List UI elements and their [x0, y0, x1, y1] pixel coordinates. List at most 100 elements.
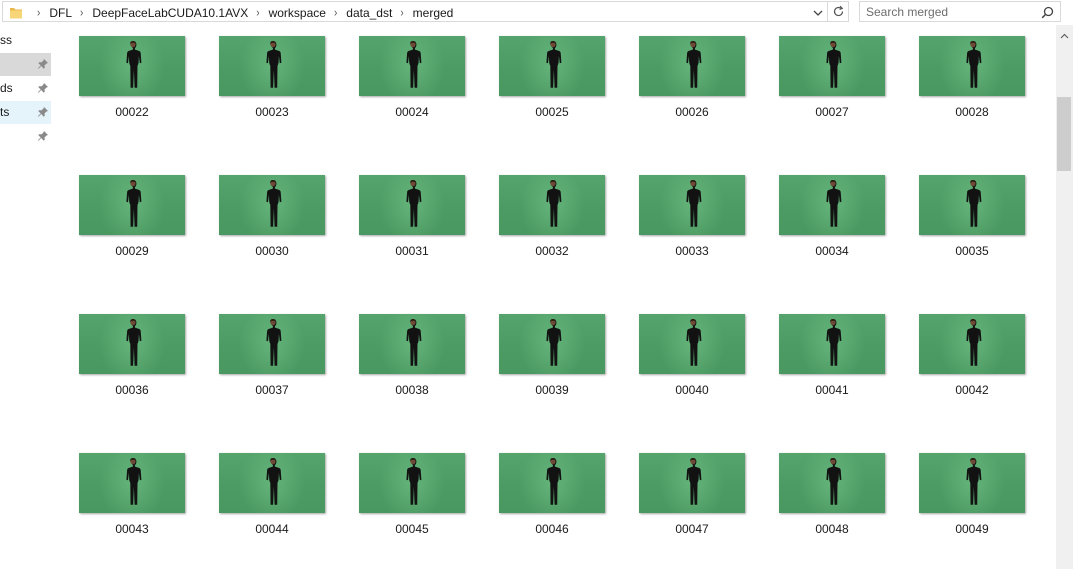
file-item[interactable]: 00035 — [919, 175, 1025, 265]
file-item[interactable]: 00047 — [639, 453, 745, 543]
person-figure — [266, 41, 282, 88]
nav-item-label: ts — [0, 105, 10, 119]
chevron-right-icon[interactable]: › — [37, 6, 40, 19]
file-item[interactable]: 00022 — [79, 36, 185, 126]
image-thumbnail[interactable] — [79, 314, 185, 374]
image-thumbnail[interactable] — [499, 175, 605, 235]
file-item[interactable]: 00027 — [779, 36, 885, 126]
pin-icon[interactable] — [37, 130, 49, 142]
image-thumbnail[interactable] — [219, 175, 325, 235]
file-item[interactable]: 00046 — [499, 453, 605, 543]
file-item[interactable]: 00023 — [219, 36, 325, 126]
file-name: 00040 — [675, 383, 709, 397]
search-icon[interactable] — [1041, 6, 1054, 19]
nav-item[interactable]: ts — [0, 101, 51, 124]
pin-icon[interactable] — [37, 82, 49, 94]
nav-item-label: ss — [0, 33, 12, 47]
image-thumbnail[interactable] — [639, 314, 745, 374]
person-figure — [966, 41, 982, 88]
image-thumbnail[interactable] — [919, 453, 1025, 513]
file-name: 00027 — [815, 105, 849, 119]
file-item[interactable]: 00029 — [79, 175, 185, 265]
image-thumbnail[interactable] — [359, 175, 465, 235]
image-thumbnail[interactable] — [79, 36, 185, 96]
file-item[interactable]: 00037 — [219, 314, 325, 404]
image-thumbnail[interactable] — [919, 314, 1025, 374]
image-thumbnail[interactable] — [779, 175, 885, 235]
file-item[interactable]: 00036 — [79, 314, 185, 404]
file-item[interactable]: 00039 — [499, 314, 605, 404]
breadcrumb-item[interactable]: DeepFaceLabCUDA10.1AVX — [92, 6, 248, 20]
vertical-scrollbar[interactable] — [1056, 25, 1073, 569]
person-figure — [546, 458, 562, 505]
file-item[interactable]: 00025 — [499, 36, 605, 126]
file-item[interactable]: 00043 — [79, 453, 185, 543]
file-item[interactable]: 00040 — [639, 314, 745, 404]
refresh-button[interactable] — [828, 1, 849, 22]
pin-icon[interactable] — [37, 58, 49, 70]
navigation-pane: ss ds ts — [0, 25, 56, 569]
file-item[interactable]: 00030 — [219, 175, 325, 265]
file-item[interactable]: 00048 — [779, 453, 885, 543]
image-thumbnail[interactable] — [919, 175, 1025, 235]
file-item[interactable]: 00028 — [919, 36, 1025, 126]
image-thumbnail[interactable] — [359, 453, 465, 513]
file-list: 00022 00023 00024 00025 00026 00027 00028 00029… — [56, 25, 1056, 569]
image-thumbnail[interactable] — [639, 36, 745, 96]
image-thumbnail[interactable] — [639, 175, 745, 235]
breadcrumb-item[interactable]: workspace — [269, 6, 326, 20]
image-thumbnail[interactable] — [79, 453, 185, 513]
file-item[interactable]: 00024 — [359, 36, 465, 126]
chevron-right-icon[interactable]: › — [400, 6, 403, 19]
person-figure — [826, 180, 842, 227]
breadcrumb-item[interactable]: merged — [413, 6, 454, 20]
file-item[interactable]: 00045 — [359, 453, 465, 543]
nav-item[interactable]: ds — [0, 77, 51, 100]
scroll-up-button[interactable] — [1056, 27, 1073, 44]
image-thumbnail[interactable] — [919, 36, 1025, 96]
image-thumbnail[interactable] — [499, 36, 605, 96]
image-thumbnail[interactable] — [779, 453, 885, 513]
file-item[interactable]: 00033 — [639, 175, 745, 265]
search-input[interactable] — [866, 4, 1036, 19]
file-item[interactable]: 00038 — [359, 314, 465, 404]
image-thumbnail[interactable] — [499, 314, 605, 374]
nav-item[interactable] — [0, 53, 51, 76]
file-item[interactable]: 00032 — [499, 175, 605, 265]
file-item[interactable]: 00044 — [219, 453, 325, 543]
person-figure — [126, 319, 142, 366]
file-item[interactable]: 00049 — [919, 453, 1025, 543]
file-item[interactable]: 00034 — [779, 175, 885, 265]
person-figure — [266, 319, 282, 366]
file-item[interactable]: 00026 — [639, 36, 745, 126]
file-item[interactable]: 00042 — [919, 314, 1025, 404]
breadcrumb-item[interactable]: data_dst — [346, 6, 392, 20]
image-thumbnail[interactable] — [639, 453, 745, 513]
image-thumbnail[interactable] — [779, 36, 885, 96]
image-thumbnail[interactable] — [219, 453, 325, 513]
image-thumbnail[interactable] — [219, 314, 325, 374]
image-thumbnail[interactable] — [499, 453, 605, 513]
nav-item[interactable]: ss — [0, 29, 51, 52]
address-bar[interactable]: › DFL › DeepFaceLabCUDA10.1AVX › workspace › da… — [2, 1, 828, 22]
person-figure — [826, 41, 842, 88]
chevron-right-icon[interactable]: › — [80, 6, 83, 19]
breadcrumb-item[interactable]: DFL — [49, 6, 72, 20]
chevron-down-icon[interactable] — [812, 8, 824, 18]
image-thumbnail[interactable] — [79, 175, 185, 235]
search-box[interactable] — [859, 1, 1061, 22]
file-item[interactable]: 00031 — [359, 175, 465, 265]
image-thumbnail[interactable] — [219, 36, 325, 96]
person-figure — [406, 319, 422, 366]
image-thumbnail[interactable] — [359, 314, 465, 374]
nav-item[interactable] — [0, 125, 51, 148]
folder-icon — [10, 8, 22, 19]
image-thumbnail[interactable] — [779, 314, 885, 374]
chevron-right-icon[interactable]: › — [334, 6, 337, 19]
scroll-thumb[interactable] — [1057, 97, 1071, 171]
chevron-right-icon[interactable]: › — [256, 6, 259, 19]
pin-icon[interactable] — [37, 106, 49, 118]
file-name: 00039 — [535, 383, 569, 397]
image-thumbnail[interactable] — [359, 36, 465, 96]
file-item[interactable]: 00041 — [779, 314, 885, 404]
